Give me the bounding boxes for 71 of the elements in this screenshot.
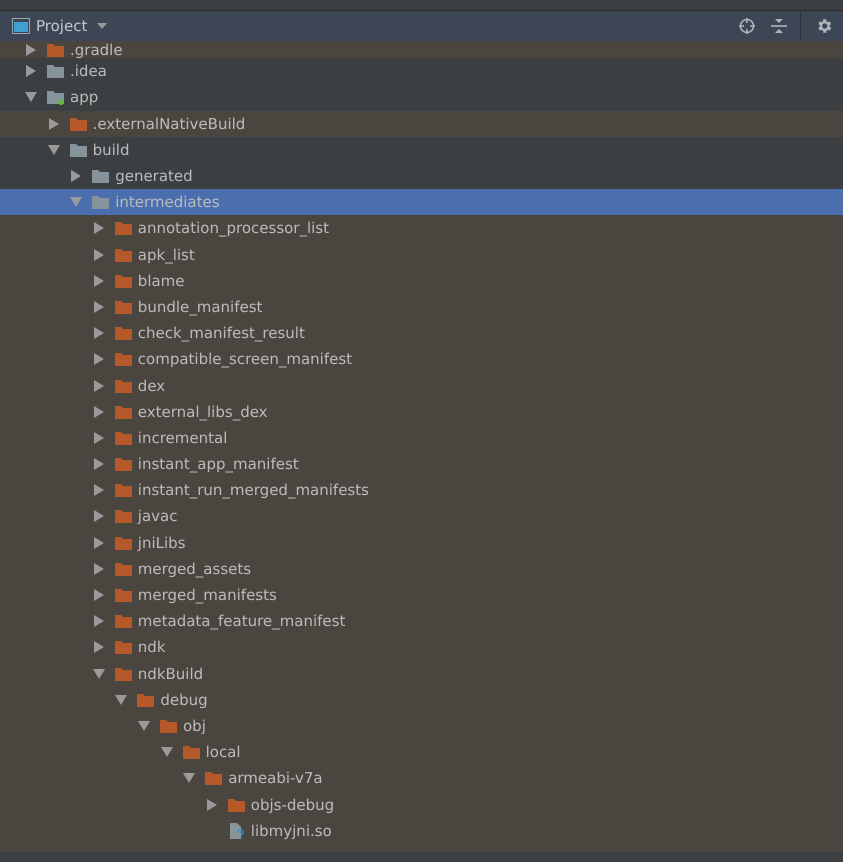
collapse-arrow-icon[interactable] <box>115 694 128 706</box>
folder-icon <box>68 116 88 132</box>
collapse-arrow-icon[interactable] <box>183 772 196 784</box>
expand-arrow-icon[interactable] <box>92 248 105 261</box>
collapse-arrow-icon[interactable] <box>160 746 173 758</box>
folder-icon <box>114 351 133 368</box>
folder-icon <box>114 613 133 630</box>
expand-arrow-icon[interactable] <box>25 65 37 78</box>
folder-icon <box>114 246 133 263</box>
expand-arrow-icon[interactable] <box>92 380 105 392</box>
collapse-arrow-icon[interactable] <box>138 720 150 732</box>
folder-icon <box>204 770 224 786</box>
folder-icon <box>114 378 133 394</box>
folder-icon <box>114 325 133 342</box>
expand-arrow-icon[interactable] <box>92 458 105 470</box>
folder-icon <box>114 639 133 656</box>
folder-icon <box>182 744 201 760</box>
expand-arrow-icon[interactable] <box>92 641 105 654</box>
folder-icon <box>114 587 133 604</box>
folder-icon <box>114 456 133 472</box>
folder-icon <box>114 220 133 236</box>
folder-icon <box>114 508 133 524</box>
tree-item[interactable]: app <box>0 84 843 111</box>
expand-arrow-icon[interactable] <box>92 274 105 287</box>
folder-icon <box>136 692 156 708</box>
panel-title: Project <box>36 17 88 35</box>
folder-icon <box>114 666 133 682</box>
crosshair-icon <box>738 17 756 35</box>
folder-icon <box>114 560 133 577</box>
expand-arrow-icon[interactable] <box>25 44 37 56</box>
expand-arrow-icon[interactable] <box>92 222 105 234</box>
folder-icon <box>91 194 110 210</box>
expand-arrow-icon[interactable] <box>92 536 105 549</box>
folder-icon <box>46 63 65 80</box>
collapse-arrow-icon[interactable] <box>25 91 37 104</box>
expand-arrow-icon[interactable] <box>92 484 105 496</box>
folder-icon <box>114 404 133 420</box>
collapse-arrow-icon[interactable] <box>92 668 105 680</box>
locate-button[interactable] <box>738 17 756 35</box>
expand-arrow-icon[interactable] <box>92 327 105 340</box>
expand-arrow-icon[interactable] <box>70 170 82 182</box>
dropdown-caret-icon[interactable] <box>97 23 108 29</box>
expand-arrow-icon[interactable] <box>92 432 105 444</box>
tree-item[interactable]: .idea <box>0 58 843 84</box>
folder-icon <box>114 482 133 498</box>
expand-arrow-icon[interactable] <box>92 510 105 522</box>
tree-item[interactable]: intermediates <box>0 189 843 216</box>
expand-arrow-icon[interactable] <box>92 562 105 575</box>
expand-arrow-icon[interactable] <box>92 300 105 313</box>
expand-arrow-icon[interactable] <box>92 353 105 366</box>
expand-arrow-icon[interactable] <box>92 406 105 418</box>
expand-arrow-icon[interactable] <box>92 589 105 602</box>
folder-icon <box>114 298 133 315</box>
project-window-icon <box>12 18 30 34</box>
folder-icon <box>91 168 110 184</box>
folder-icon <box>114 272 133 289</box>
tree-item[interactable]: generated <box>0 162 843 190</box>
folder-icon <box>114 430 133 446</box>
collapse-arrow-icon[interactable] <box>48 144 60 156</box>
expand-arrow-icon[interactable] <box>206 798 218 811</box>
collapse-all-button[interactable] <box>770 17 788 35</box>
folder-icon <box>226 796 246 813</box>
expand-arrow-icon[interactable] <box>92 615 105 628</box>
module-folder-icon <box>46 89 65 106</box>
folder-icon <box>68 142 88 158</box>
folder-icon <box>159 718 178 734</box>
tree-item[interactable]: build <box>0 136 843 163</box>
collapse-arrow-icon[interactable] <box>70 196 82 208</box>
folder-icon <box>114 534 133 551</box>
expand-arrow-icon[interactable] <box>48 118 60 130</box>
collapse-all-icon <box>770 17 788 35</box>
